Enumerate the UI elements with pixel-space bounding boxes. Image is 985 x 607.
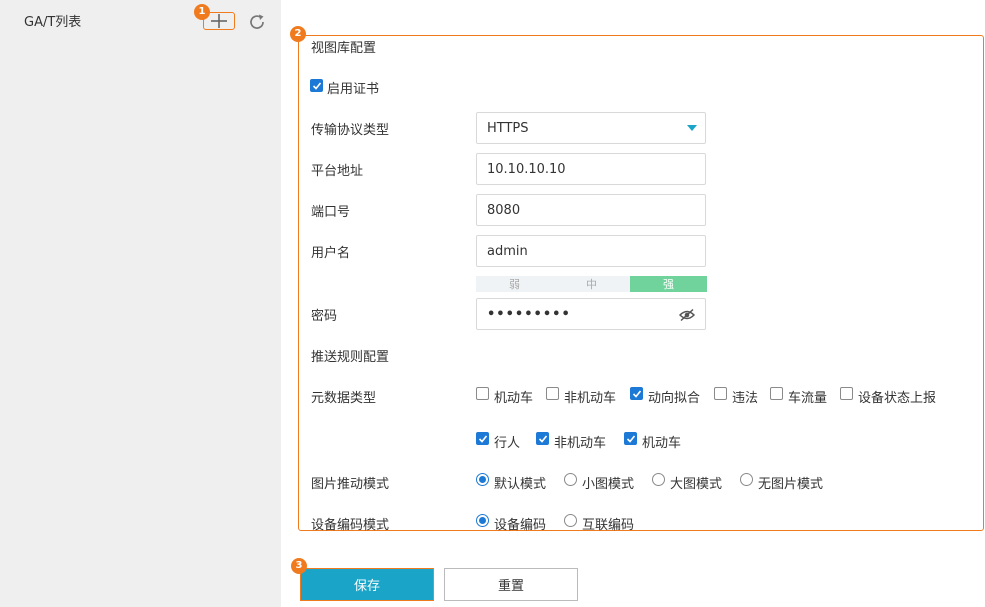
marker-3: 3	[291, 558, 307, 574]
meta-trajectory-checkbox[interactable]	[630, 387, 643, 400]
port-label: 端口号	[311, 205, 351, 220]
sidebar-title: GA/T列表	[24, 15, 82, 30]
enable-cert-label: 启用证书	[327, 82, 380, 97]
device-code-label: 设备编码模式	[311, 518, 390, 533]
image-push-small-radio[interactable]	[564, 473, 577, 486]
meta-device-status-checkbox[interactable]	[840, 387, 853, 400]
image-push-none-radio[interactable]	[740, 473, 753, 486]
strength-strong: 强	[630, 276, 707, 292]
meta-violation-checkbox[interactable]	[714, 387, 727, 400]
password-strength-meter: 弱 中 强	[476, 276, 707, 292]
meta-nonmotor2-checkbox[interactable]	[536, 432, 549, 445]
meta-pedestrian-checkbox[interactable]	[476, 432, 489, 445]
check-icon	[312, 81, 321, 90]
device-code-device-label: 设备编码	[494, 518, 547, 533]
meta-motor-label: 机动车	[494, 391, 534, 406]
meta-motor-checkbox[interactable]	[476, 387, 489, 400]
eye-off-icon[interactable]	[678, 308, 696, 326]
password-value: •••••••••	[487, 306, 571, 322]
section-view-library: 视图库配置	[311, 41, 377, 56]
meta-pedestrian-label: 行人	[494, 436, 521, 451]
image-push-large-label: 大图模式	[670, 477, 723, 492]
image-push-default-radio[interactable]	[476, 473, 489, 486]
image-push-label: 图片推动模式	[311, 477, 390, 492]
sidebar: GA/T列表	[0, 0, 281, 607]
metadata-label: 元数据类型	[311, 391, 377, 406]
refresh-icon	[250, 14, 264, 29]
section-push-rules: 推送规则配置	[311, 350, 390, 365]
plus-icon	[211, 14, 227, 28]
meta-traffic-flow-label: 车流量	[788, 391, 828, 406]
address-input[interactable]: 10.10.10.10	[476, 153, 706, 185]
password-input[interactable]: •••••••••	[476, 298, 706, 330]
check-icon	[626, 434, 635, 443]
meta-nonmotor2-label: 非机动车	[554, 436, 607, 451]
address-label: 平台地址	[311, 164, 364, 179]
protocol-label: 传输协议类型	[311, 123, 390, 138]
protocol-select[interactable]: HTTPS	[476, 112, 706, 144]
meta-nonmotor-label: 非机动车	[564, 391, 617, 406]
port-input[interactable]: 8080	[476, 194, 706, 226]
protocol-value: HTTPS	[487, 120, 529, 136]
meta-motor2-checkbox[interactable]	[624, 432, 637, 445]
check-icon	[538, 434, 547, 443]
username-value: admin	[487, 243, 528, 259]
marker-2: 2	[290, 26, 306, 42]
device-code-interconnect-radio[interactable]	[564, 514, 577, 527]
meta-violation-label: 违法	[732, 391, 759, 406]
address-value: 10.10.10.10	[487, 161, 566, 177]
meta-trajectory-label: 动向拟合	[648, 391, 701, 406]
check-icon	[632, 389, 641, 398]
username-input[interactable]: admin	[476, 235, 706, 267]
chevron-down-icon	[687, 125, 697, 131]
image-push-none-label: 无图片模式	[758, 477, 824, 492]
image-push-default-label: 默认模式	[494, 477, 547, 492]
refresh-button[interactable]	[247, 12, 267, 32]
device-code-device-radio[interactable]	[476, 514, 489, 527]
reset-button[interactable]: 重置	[444, 568, 578, 601]
meta-device-status-label: 设备状态上报	[858, 391, 937, 406]
device-code-interconnect-label: 互联编码	[582, 518, 635, 533]
password-label: 密码	[311, 309, 338, 324]
save-button[interactable]: 保存	[300, 568, 434, 601]
meta-motor2-label: 机动车	[642, 436, 682, 451]
image-push-small-label: 小图模式	[582, 477, 635, 492]
meta-nonmotor-checkbox[interactable]	[546, 387, 559, 400]
strength-medium: 中	[553, 276, 630, 292]
enable-cert-checkbox[interactable]	[310, 79, 323, 92]
meta-traffic-flow-checkbox[interactable]	[770, 387, 783, 400]
username-label: 用户名	[311, 246, 351, 261]
marker-1: 1	[194, 4, 210, 20]
port-value: 8080	[487, 202, 521, 218]
check-icon	[478, 434, 487, 443]
image-push-large-radio[interactable]	[652, 473, 665, 486]
strength-weak: 弱	[476, 276, 553, 292]
